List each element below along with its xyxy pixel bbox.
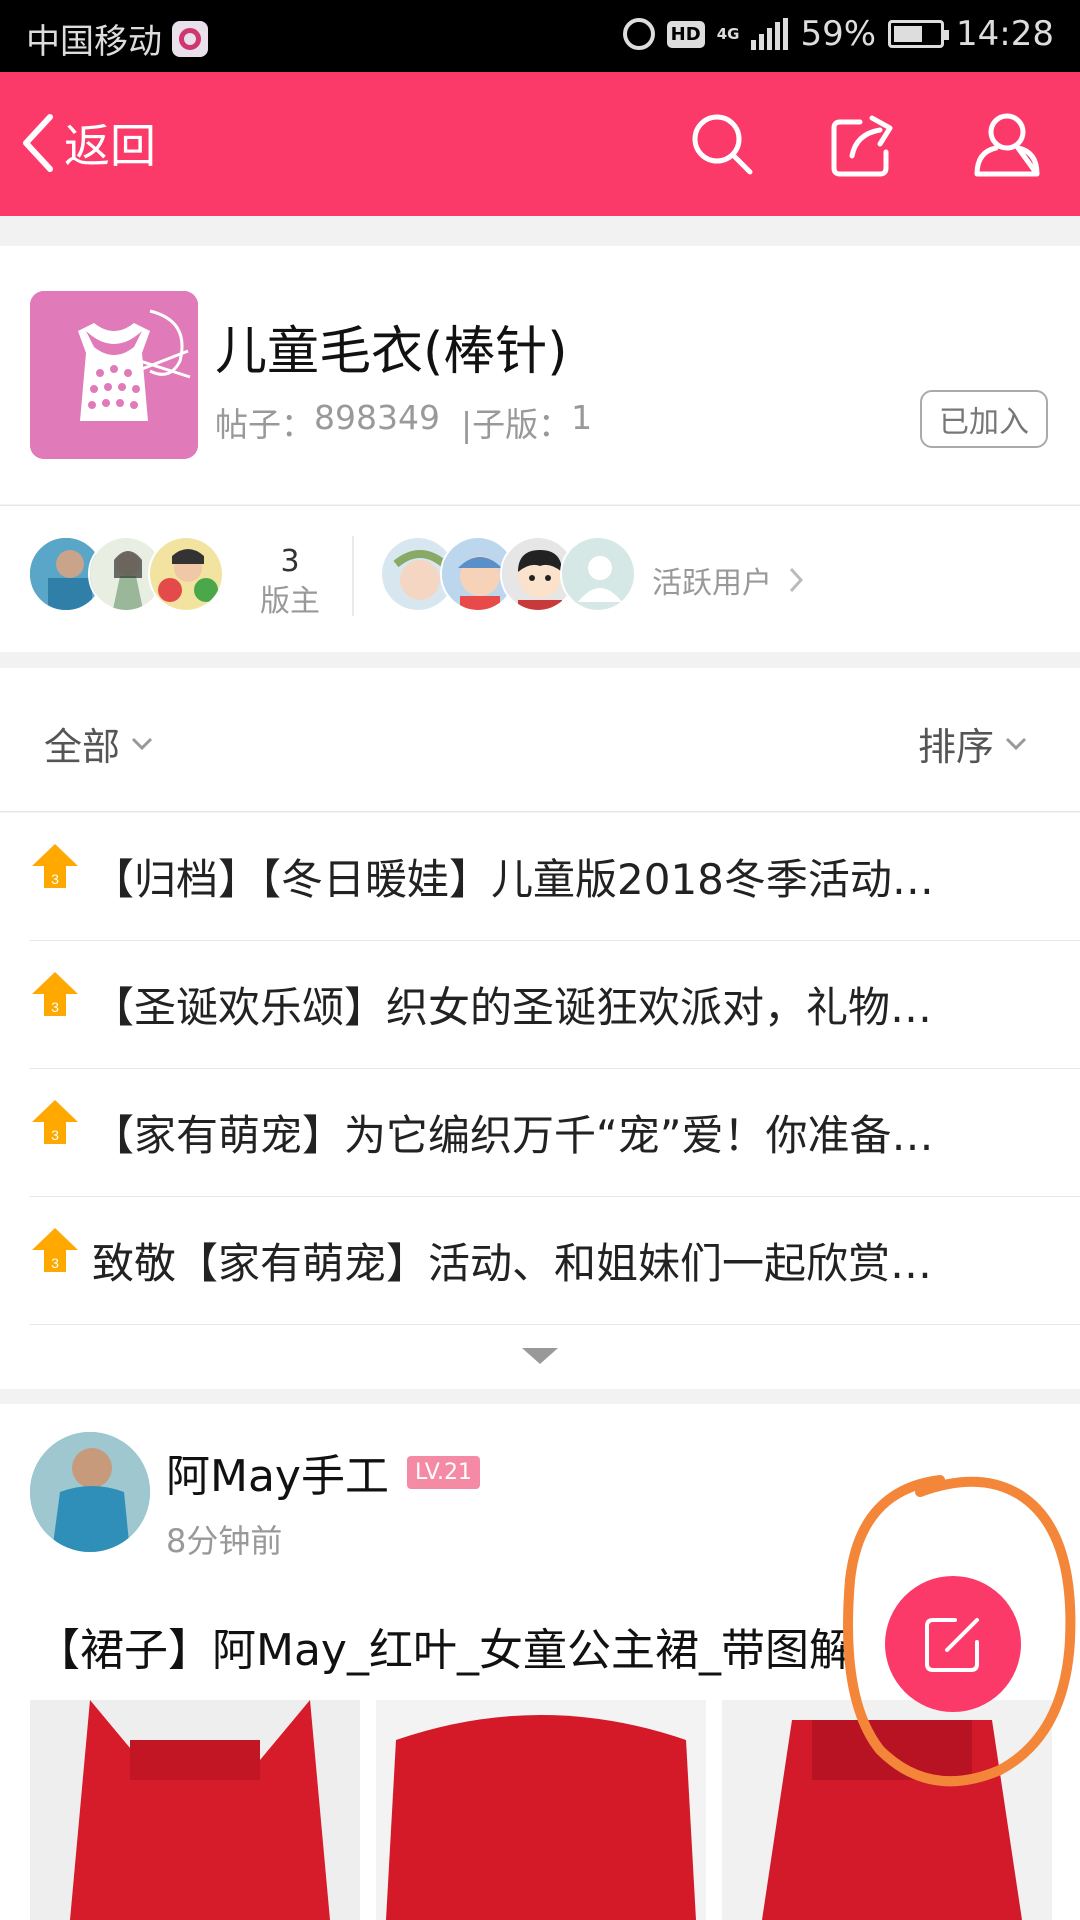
post-title[interactable]: 【裙子】阿May_红叶_女童公主裙_带图解	[36, 1614, 916, 1678]
subforum-label: |子版：	[439, 405, 572, 444]
post-image[interactable]	[722, 1700, 1052, 1920]
forum-logo	[30, 291, 198, 459]
pinned-posts-list: 3 【归档】【冬日暖娃】儿童版2018冬季活动… 3 【圣诞欢乐颂】织女的圣诞狂…	[0, 813, 1080, 1389]
posts-count: 898349	[314, 398, 440, 437]
post-image[interactable]	[376, 1700, 706, 1920]
chevron-down-icon	[1005, 737, 1027, 750]
svg-text:3: 3	[51, 1255, 59, 1271]
pinned-post-title: 【圣诞欢乐颂】织女的圣诞狂欢派对，礼物…	[92, 983, 933, 1032]
svg-text:3: 3	[51, 1127, 59, 1143]
expand-arrow-icon[interactable]	[522, 1346, 558, 1366]
filter-all-label: 全部	[44, 725, 121, 769]
user-icon[interactable]	[972, 112, 1042, 178]
pinned-post[interactable]: 3 致敬【家有萌宠】活动、和姐妹们一起欣赏…	[30, 1197, 1080, 1325]
chevron-left-icon	[23, 114, 53, 172]
post-time: 8分钟前	[166, 1522, 283, 1560]
chevron-down-icon	[131, 737, 153, 750]
active-users-label: 活跃用户	[652, 566, 772, 601]
moderator-count-value: 3	[280, 544, 300, 579]
signal-icon	[751, 18, 789, 50]
svg-text:3: 3	[51, 871, 59, 887]
status-bar: 中国移动 HD 4G 59% 14:28	[0, 0, 1080, 72]
pin-top-icon: 3	[32, 971, 78, 1016]
joined-button[interactable]: 已加入	[920, 390, 1048, 448]
moderator-count-label: 版主	[260, 584, 320, 619]
members-row: 3 版主 活跃用户	[0, 505, 1080, 652]
carrier-name: 中国移动	[26, 22, 162, 62]
sort-label: 排序	[917, 725, 994, 769]
filter-all-dropdown[interactable]: 全部	[44, 716, 154, 771]
forum-info-card: 儿童毛衣(棒针) 帖子： 898349 |子版： 1 已加入	[0, 246, 1080, 504]
chevron-right-icon	[789, 567, 804, 593]
pin-top-icon: 3	[32, 1099, 78, 1144]
author-name[interactable]: 阿May手工	[166, 1440, 389, 1504]
pinned-post[interactable]: 3 【家有萌宠】为它编织万千“宠”爱！你准备…	[30, 1069, 1080, 1197]
subforum-count: 1	[571, 398, 593, 437]
forum-title: 儿童毛衣(棒针)	[215, 322, 568, 382]
edit-icon	[925, 1618, 979, 1672]
forum-stats: 帖子： 898349 |子版： 1	[215, 398, 592, 446]
battery-icon	[888, 20, 950, 48]
compose-button[interactable]	[885, 1576, 1021, 1712]
active-users-link[interactable]: 活跃用户	[652, 558, 804, 602]
default-avatar[interactable]	[560, 536, 636, 612]
clock: 14:28	[956, 14, 1054, 54]
post-image[interactable]	[30, 1700, 360, 1920]
alarm-icon	[622, 18, 655, 50]
network-type: 4G	[716, 24, 740, 43]
back-button[interactable]: 返回	[20, 110, 156, 176]
back-label: 返回	[64, 119, 156, 173]
battery-percent: 59%	[800, 14, 877, 54]
sort-dropdown[interactable]: 排序	[918, 716, 1028, 771]
moderator-count[interactable]: 3 版主	[250, 542, 330, 622]
pin-top-icon: 3	[32, 843, 78, 888]
level-badge: LV.21	[406, 1455, 481, 1489]
pin-top-icon: 3	[32, 1227, 78, 1272]
pinned-post[interactable]: 3 【圣诞欢乐颂】织女的圣诞狂欢派对，礼物…	[30, 941, 1080, 1069]
author-row: 阿May手工 LV.21	[166, 1440, 481, 1504]
pinned-post-title: 【归档】【冬日暖娃】儿童版2018冬季活动…	[92, 855, 934, 904]
posts-label: 帖子：	[215, 405, 314, 444]
svg-text:3: 3	[51, 999, 59, 1015]
hd-icon: HD	[666, 20, 705, 48]
filter-bar: 全部 排序	[0, 668, 1080, 812]
pinned-post-title: 【家有萌宠】为它编织万千“宠”爱！你准备…	[92, 1111, 934, 1160]
author-avatar[interactable]	[30, 1432, 150, 1552]
moderator-avatar[interactable]	[148, 536, 224, 612]
divider	[352, 536, 354, 616]
pinned-post[interactable]: 3 【归档】【冬日暖娃】儿童版2018冬季活动…	[30, 813, 1080, 941]
app-notification-icon	[172, 20, 208, 57]
share-icon[interactable]	[830, 112, 898, 178]
search-icon[interactable]	[690, 112, 754, 176]
pinned-post-title: 致敬【家有萌宠】活动、和姐妹们一起欣赏…	[92, 1239, 933, 1288]
top-nav-bar: 返回	[0, 72, 1080, 216]
